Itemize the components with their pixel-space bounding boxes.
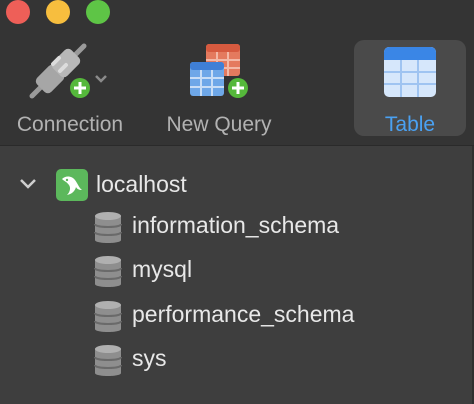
database-icon (94, 212, 122, 243)
database-icon (94, 256, 122, 287)
zoom-window-button[interactable] (86, 0, 110, 24)
table-button[interactable]: Table (354, 40, 466, 136)
new-query-label: New Query (166, 113, 272, 136)
connection-label: Connection (16, 113, 124, 136)
tree-item-database[interactable]: sys (0, 340, 474, 380)
database-name: performance_schema (132, 301, 355, 327)
plug-connection-icon (29, 43, 107, 99)
database-name: mysql (132, 256, 193, 282)
tree-item-database[interactable]: performance_schema (0, 296, 474, 336)
database-icon (94, 345, 122, 376)
tree-item-database[interactable]: information_schema (0, 207, 474, 247)
database-icon (94, 301, 122, 332)
new-query-button[interactable]: New Query (152, 40, 286, 140)
tree-item-database[interactable]: mysql (0, 251, 474, 291)
connection-button[interactable]: Connection (4, 40, 136, 140)
new-query-icon (190, 44, 248, 98)
host-name: localhost (96, 171, 187, 197)
table-icon (384, 47, 436, 97)
database-name: information_schema (132, 212, 340, 238)
minimize-window-button[interactable] (46, 0, 70, 24)
chevron-down-icon[interactable] (18, 177, 38, 191)
close-window-button[interactable] (6, 0, 30, 24)
table-label: Table (384, 113, 436, 136)
tree-item-localhost[interactable]: localhost (0, 165, 474, 205)
toolbar: Connection New Query Table (0, 0, 474, 146)
app-window: Connection New Query Table localhost inf… (0, 0, 474, 404)
mysql-dolphin-icon (56, 169, 88, 201)
database-name: sys (132, 345, 167, 371)
